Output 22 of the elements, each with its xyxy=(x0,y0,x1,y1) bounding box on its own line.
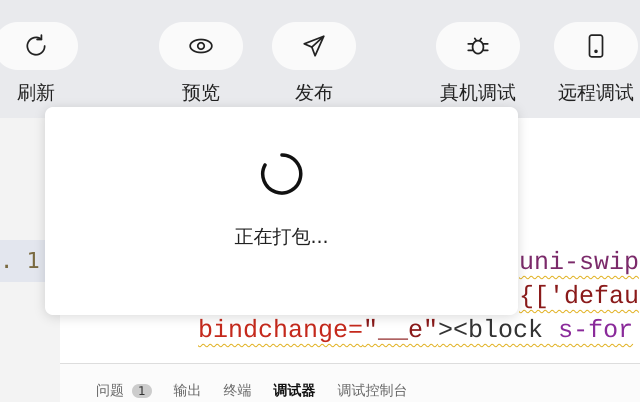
code-line: uni-swip xyxy=(518,247,640,279)
panel-tab[interactable]: 终端 xyxy=(224,382,252,402)
code-line: {['defau xyxy=(518,281,640,313)
spinner-icon xyxy=(260,152,304,196)
panel-tab[interactable]: 问题 1 xyxy=(96,382,152,402)
toolbar-button[interactable] xyxy=(0,22,78,70)
panel-tab[interactable]: 调试控制台 xyxy=(338,382,408,402)
toolbar-button[interactable] xyxy=(436,22,520,70)
loading-message: 正在打包... xyxy=(234,225,329,250)
paper-plane-icon xyxy=(301,33,327,59)
panel-tab[interactable]: 调试器 xyxy=(274,382,316,402)
code-line: bindchange="__e"><block s-for xyxy=(197,315,634,347)
toolbar-label: 刷新 xyxy=(17,81,55,106)
toolbar-label: 预览 xyxy=(182,81,220,106)
toolbar-button[interactable] xyxy=(159,22,243,70)
toolbar-button[interactable] xyxy=(554,22,638,70)
toolbar-label: 真机调试 xyxy=(440,81,516,106)
toolbar-label: 发布 xyxy=(295,81,333,106)
toolbar-label: 远程调试 xyxy=(558,81,634,106)
panel-tab[interactable]: 输出 xyxy=(174,382,202,402)
count-badge: 1 xyxy=(132,384,152,398)
toolbar-button[interactable] xyxy=(272,22,356,70)
